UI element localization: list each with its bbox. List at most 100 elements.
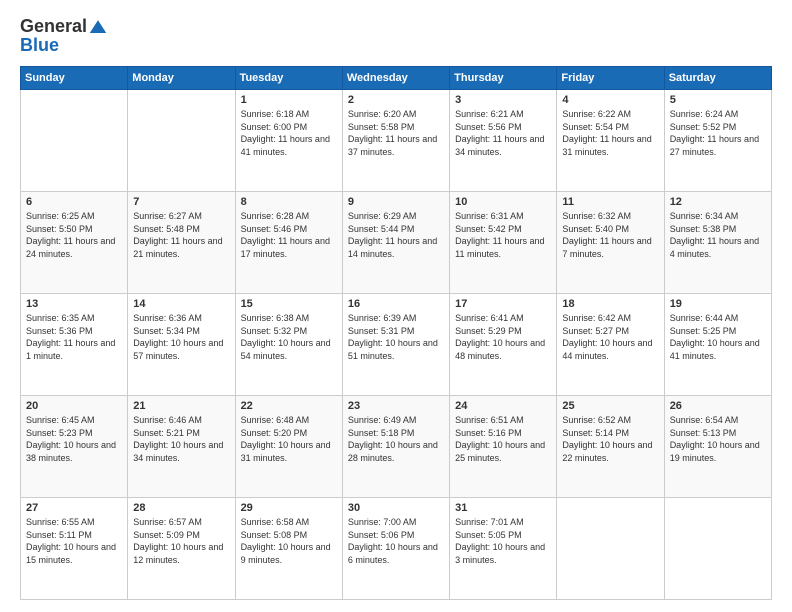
calendar-cell: 7 Sunrise: 6:27 AM Sunset: 5:48 PM Daylig… [128,192,235,294]
day-number: 2 [348,94,444,106]
day-info: Sunrise: 6:31 AM Sunset: 5:42 PM Dayligh… [455,210,551,260]
calendar-header-thursday: Thursday [450,67,557,90]
calendar-cell: 18 Sunrise: 6:42 AM Sunset: 5:27 PM Dayli… [557,294,664,396]
day-info: Sunrise: 6:24 AM Sunset: 5:52 PM Dayligh… [670,108,766,158]
day-info: Sunrise: 6:57 AM Sunset: 5:09 PM Dayligh… [133,516,229,566]
day-info: Sunrise: 6:36 AM Sunset: 5:34 PM Dayligh… [133,312,229,362]
day-number: 6 [26,196,122,208]
day-info: Sunrise: 6:58 AM Sunset: 5:08 PM Dayligh… [241,516,337,566]
calendar-cell: 28 Sunrise: 6:57 AM Sunset: 5:09 PM Dayli… [128,498,235,600]
day-info: Sunrise: 6:49 AM Sunset: 5:18 PM Dayligh… [348,414,444,464]
day-info: Sunrise: 6:35 AM Sunset: 5:36 PM Dayligh… [26,312,122,362]
calendar-week-1: 1 Sunrise: 6:18 AM Sunset: 6:00 PM Daylig… [21,90,772,192]
calendar-cell: 29 Sunrise: 6:58 AM Sunset: 5:08 PM Dayli… [235,498,342,600]
day-info: Sunrise: 7:00 AM Sunset: 5:06 PM Dayligh… [348,516,444,566]
logo-general: General [20,16,87,37]
calendar-cell: 21 Sunrise: 6:46 AM Sunset: 5:21 PM Dayli… [128,396,235,498]
day-info: Sunrise: 6:25 AM Sunset: 5:50 PM Dayligh… [26,210,122,260]
day-info: Sunrise: 6:32 AM Sunset: 5:40 PM Dayligh… [562,210,658,260]
calendar-header-wednesday: Wednesday [342,67,449,90]
day-number: 8 [241,196,337,208]
day-number: 19 [670,298,766,310]
day-info: Sunrise: 6:39 AM Sunset: 5:31 PM Dayligh… [348,312,444,362]
calendar-cell: 20 Sunrise: 6:45 AM Sunset: 5:23 PM Dayli… [21,396,128,498]
day-number: 23 [348,400,444,412]
day-number: 27 [26,502,122,514]
calendar-cell: 12Sunrise: 6:34 AM Sunset: 5:38 PM Dayli… [664,192,771,294]
day-number: 30 [348,502,444,514]
calendar-cell: 30 Sunrise: 7:00 AM Sunset: 5:06 PM Dayli… [342,498,449,600]
calendar-header-sunday: Sunday [21,67,128,90]
day-number: 1 [241,94,337,106]
calendar-cell [21,90,128,192]
calendar-cell: 10Sunrise: 6:31 AM Sunset: 5:42 PM Dayli… [450,192,557,294]
day-number: 5 [670,94,766,106]
calendar-cell: 26 Sunrise: 6:54 AM Sunset: 5:13 PM Dayli… [664,396,771,498]
day-number: 11 [562,196,658,208]
day-number: 9 [348,196,444,208]
day-number: 17 [455,298,551,310]
calendar-cell: 6 Sunrise: 6:25 AM Sunset: 5:50 PM Daylig… [21,192,128,294]
day-number: 16 [348,298,444,310]
day-number: 20 [26,400,122,412]
calendar-cell: 23 Sunrise: 6:49 AM Sunset: 5:18 PM Dayli… [342,396,449,498]
day-info: Sunrise: 6:45 AM Sunset: 5:23 PM Dayligh… [26,414,122,464]
calendar-header-friday: Friday [557,67,664,90]
day-info: Sunrise: 6:41 AM Sunset: 5:29 PM Dayligh… [455,312,551,362]
header: General Blue [20,16,772,56]
day-number: 18 [562,298,658,310]
day-number: 22 [241,400,337,412]
calendar-cell: 1 Sunrise: 6:18 AM Sunset: 6:00 PM Daylig… [235,90,342,192]
calendar-cell: 13 Sunrise: 6:35 AM Sunset: 5:36 PM Dayli… [21,294,128,396]
day-info: Sunrise: 6:46 AM Sunset: 5:21 PM Dayligh… [133,414,229,464]
calendar-header-monday: Monday [128,67,235,90]
calendar-cell: 2 Sunrise: 6:20 AM Sunset: 5:58 PM Daylig… [342,90,449,192]
day-info: Sunrise: 6:54 AM Sunset: 5:13 PM Dayligh… [670,414,766,464]
calendar-header-row: SundayMondayTuesdayWednesdayThursdayFrid… [21,67,772,90]
logo: General Blue [20,16,107,56]
calendar-cell: 3 Sunrise: 6:21 AM Sunset: 5:56 PM Daylig… [450,90,557,192]
calendar-week-2: 6 Sunrise: 6:25 AM Sunset: 5:50 PM Daylig… [21,192,772,294]
day-info: Sunrise: 6:22 AM Sunset: 5:54 PM Dayligh… [562,108,658,158]
day-info: Sunrise: 6:34 AM Sunset: 5:38 PM Dayligh… [670,210,766,260]
day-number: 15 [241,298,337,310]
logo-blue: Blue [20,35,59,56]
calendar-cell [128,90,235,192]
day-info: Sunrise: 6:20 AM Sunset: 5:58 PM Dayligh… [348,108,444,158]
day-info: Sunrise: 6:18 AM Sunset: 6:00 PM Dayligh… [241,108,337,158]
calendar-cell: 19 Sunrise: 6:44 AM Sunset: 5:25 PM Dayli… [664,294,771,396]
calendar-cell: 17 Sunrise: 6:41 AM Sunset: 5:29 PM Dayli… [450,294,557,396]
day-number: 4 [562,94,658,106]
day-number: 26 [670,400,766,412]
day-number: 7 [133,196,229,208]
day-info: Sunrise: 6:27 AM Sunset: 5:48 PM Dayligh… [133,210,229,260]
calendar-cell [557,498,664,600]
day-info: Sunrise: 6:52 AM Sunset: 5:14 PM Dayligh… [562,414,658,464]
day-number: 3 [455,94,551,106]
day-number: 21 [133,400,229,412]
day-number: 13 [26,298,122,310]
day-info: Sunrise: 6:48 AM Sunset: 5:20 PM Dayligh… [241,414,337,464]
calendar-week-5: 27 Sunrise: 6:55 AM Sunset: 5:11 PM Dayli… [21,498,772,600]
calendar-cell: 9Sunrise: 6:29 AM Sunset: 5:44 PM Daylig… [342,192,449,294]
day-info: Sunrise: 6:44 AM Sunset: 5:25 PM Dayligh… [670,312,766,362]
day-number: 31 [455,502,551,514]
day-info: Sunrise: 6:42 AM Sunset: 5:27 PM Dayligh… [562,312,658,362]
calendar-cell: 14 Sunrise: 6:36 AM Sunset: 5:34 PM Dayli… [128,294,235,396]
page: General Blue SundayMondayTuesdayWednesda… [0,0,792,612]
day-info: Sunrise: 6:38 AM Sunset: 5:32 PM Dayligh… [241,312,337,362]
calendar-cell: 11 Sunrise: 6:32 AM Sunset: 5:40 PM Dayli… [557,192,664,294]
day-number: 24 [455,400,551,412]
calendar-cell: 25Sunrise: 6:52 AM Sunset: 5:14 PM Dayli… [557,396,664,498]
day-info: Sunrise: 6:28 AM Sunset: 5:46 PM Dayligh… [241,210,337,260]
calendar-table: SundayMondayTuesdayWednesdayThursdayFrid… [20,66,772,600]
calendar-cell: 24Sunrise: 6:51 AM Sunset: 5:16 PM Dayli… [450,396,557,498]
logo-icon [89,18,107,36]
day-number: 29 [241,502,337,514]
day-info: Sunrise: 6:21 AM Sunset: 5:56 PM Dayligh… [455,108,551,158]
day-number: 28 [133,502,229,514]
day-number: 14 [133,298,229,310]
calendar-cell: 16 Sunrise: 6:39 AM Sunset: 5:31 PM Dayli… [342,294,449,396]
day-info: Sunrise: 6:55 AM Sunset: 5:11 PM Dayligh… [26,516,122,566]
calendar-cell: 15 Sunrise: 6:38 AM Sunset: 5:32 PM Dayli… [235,294,342,396]
